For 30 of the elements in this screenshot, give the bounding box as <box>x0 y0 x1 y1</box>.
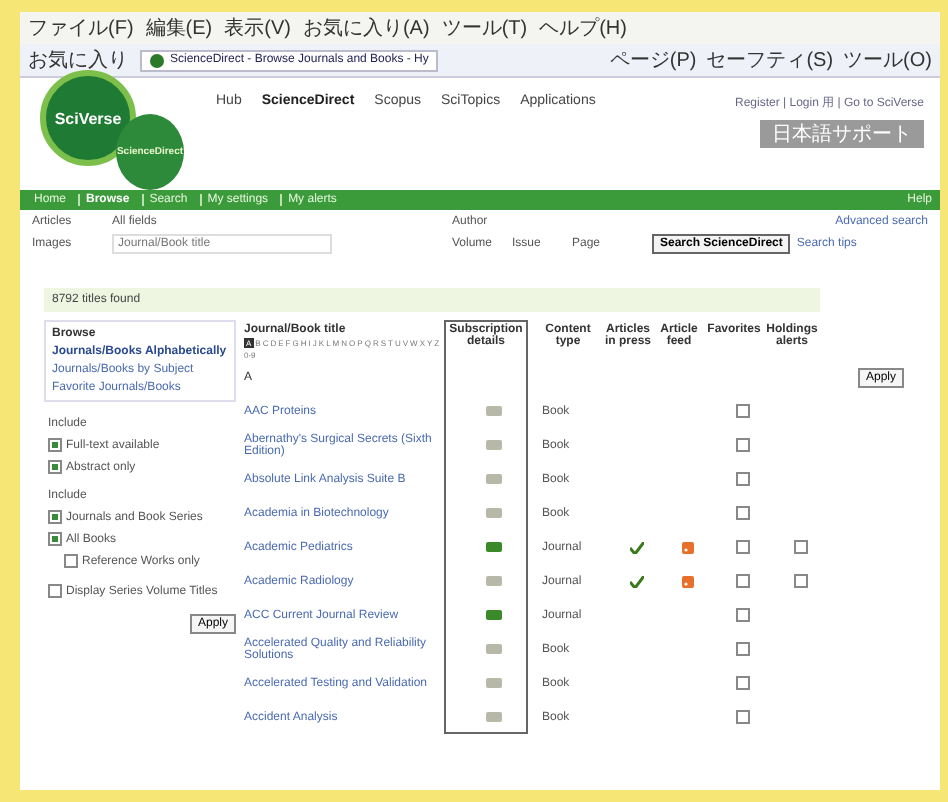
checkbox[interactable] <box>48 510 62 524</box>
favorite-checkbox[interactable] <box>735 472 749 486</box>
favorite-checkbox[interactable] <box>735 540 749 554</box>
checkbox[interactable] <box>64 554 78 568</box>
holdings-checkbox[interactable] <box>793 540 807 554</box>
checkbox[interactable] <box>48 584 62 598</box>
checkbox[interactable] <box>48 460 62 474</box>
toolbar-menu[interactable]: ページ(P) <box>609 46 697 74</box>
rss-icon[interactable] <box>681 541 693 553</box>
menu-item[interactable]: お気に入り(A) <box>302 14 430 42</box>
menu-item[interactable]: ヘルプ(H) <box>539 14 627 42</box>
checkbox[interactable] <box>48 438 62 452</box>
favorite-checkbox[interactable] <box>735 574 749 588</box>
favorite-checkbox[interactable] <box>735 404 749 418</box>
favorite-checkbox[interactable] <box>735 438 749 452</box>
favorite-checkbox[interactable] <box>735 676 749 690</box>
favorite-checkbox[interactable] <box>735 506 749 520</box>
favorites-button[interactable]: お気に入り <box>28 46 128 74</box>
holdings-checkbox[interactable] <box>793 574 807 588</box>
favorite-checkbox[interactable] <box>735 608 749 622</box>
rss-icon[interactable] <box>681 575 693 587</box>
menu-item[interactable]: ツール(T) <box>441 14 528 42</box>
menu-item[interactable]: 編集(E) <box>145 14 213 42</box>
favorite-checkbox[interactable] <box>735 642 749 656</box>
checkbox[interactable] <box>48 532 62 546</box>
toolbar-menu[interactable]: セーフティ(S) <box>706 46 834 74</box>
menu-item[interactable]: ファイル(F) <box>28 14 134 42</box>
favorite-checkbox[interactable] <box>735 710 749 724</box>
toolbar-menu[interactable]: ツール(O) <box>843 46 932 74</box>
menu-item[interactable]: 表示(V) <box>224 14 291 42</box>
